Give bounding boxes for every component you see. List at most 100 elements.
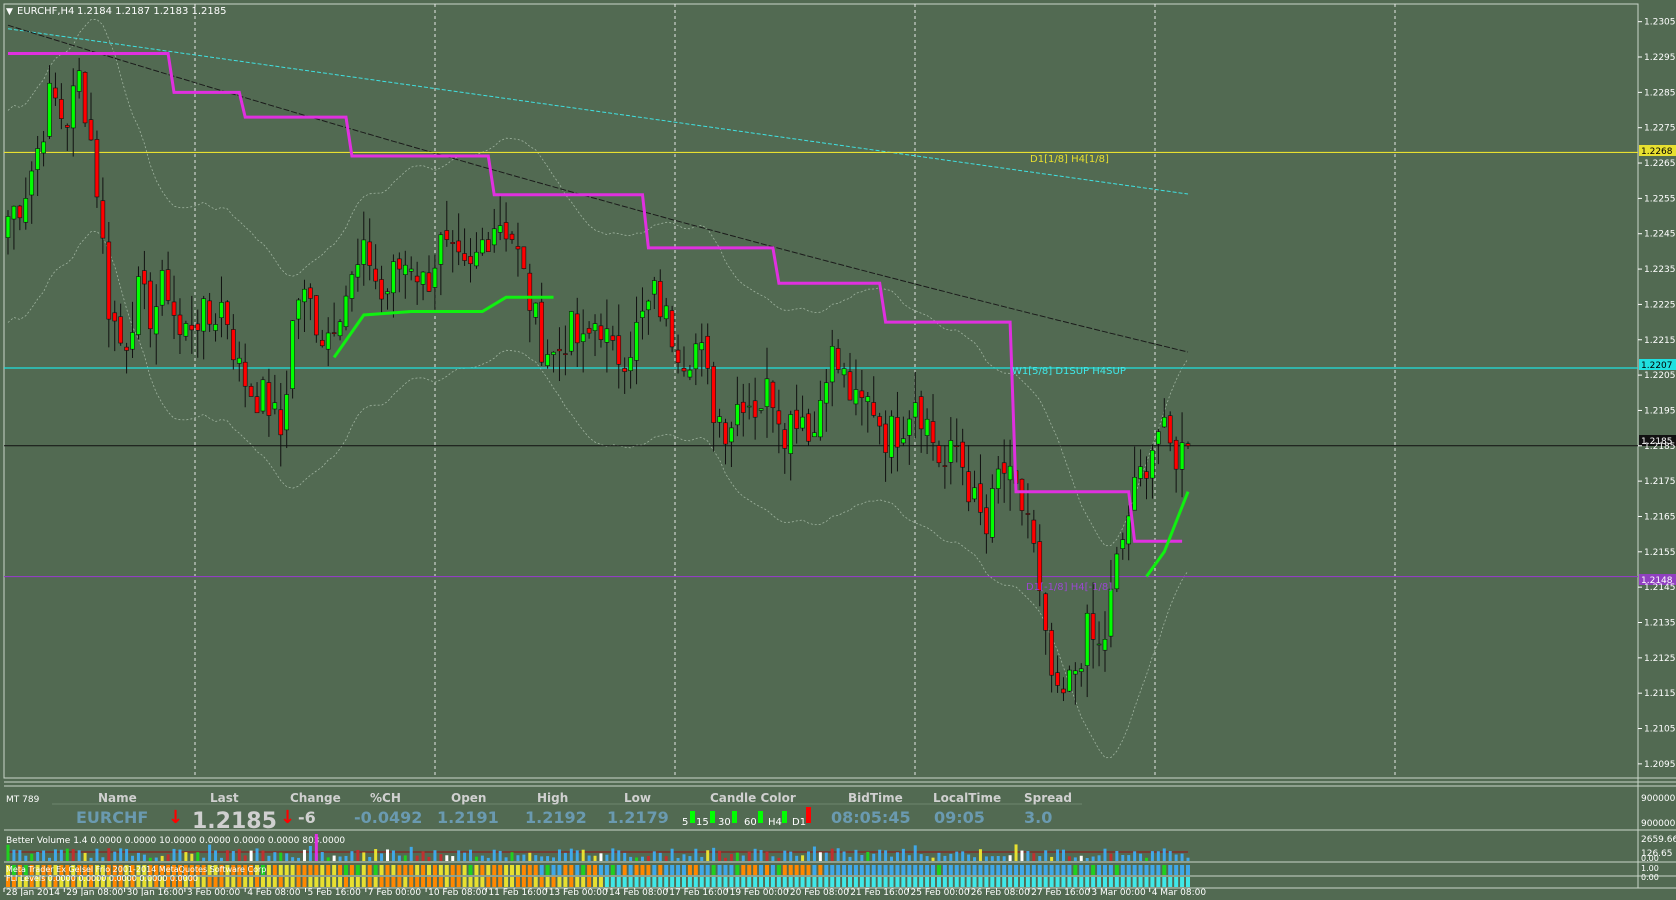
candle-bear: [331, 332, 337, 334]
strip-bar-lower: [367, 877, 372, 887]
volume-bar: [30, 853, 34, 861]
candle-bull: [545, 354, 550, 366]
strip-bar: [569, 865, 574, 875]
strip-bar: [1180, 865, 1185, 875]
strip-bar: [421, 865, 426, 875]
candle-bull: [1120, 539, 1126, 550]
strip-bar: [551, 865, 556, 875]
strip-bar-lower: [776, 877, 781, 887]
volume-bar: [890, 856, 894, 861]
candle-bear: [171, 301, 177, 316]
candle-bull: [1096, 643, 1102, 646]
strip-bar-lower: [421, 877, 426, 887]
candle-bull: [1007, 465, 1013, 481]
candle-bull: [800, 416, 805, 429]
volume-bar: [1127, 855, 1131, 861]
candle-bear: [94, 139, 100, 198]
strip-bar-lower: [1186, 877, 1190, 887]
volume-bar: [1180, 853, 1184, 861]
strip-bar-lower: [355, 877, 360, 887]
candle-bull: [296, 299, 301, 320]
strip-bar-lower: [1091, 877, 1096, 887]
candle-bear: [468, 256, 473, 265]
candle-bull: [497, 225, 503, 233]
strip-bar-lower: [480, 877, 485, 887]
strip-bar: [1114, 865, 1119, 875]
candle-bull: [420, 271, 426, 285]
candle-bear: [444, 230, 450, 240]
timeframe-color-box: [710, 811, 715, 823]
strip-bar: [1002, 865, 1007, 875]
candle-bear: [918, 396, 924, 430]
volume-bar: [807, 851, 811, 861]
strip-bar-lower: [1180, 877, 1185, 887]
candle-bear: [539, 301, 544, 363]
volume-bar: [178, 849, 182, 861]
candle-bull: [853, 389, 859, 405]
strip-bar-lower: [1049, 877, 1054, 887]
strip-bar: [272, 865, 277, 875]
strip-bar: [349, 865, 354, 875]
volume-bar: [860, 854, 864, 861]
volume-bar: [854, 849, 858, 861]
strip-bar-lower: [456, 877, 461, 887]
volume-bar: [1144, 857, 1148, 861]
strip-bar: [1126, 865, 1131, 875]
volume-bar: [154, 857, 158, 861]
time-tick-label: 3 Mar 00:00: [1091, 888, 1146, 896]
value-name: EURCHF: [76, 808, 148, 827]
candle-bear: [1061, 688, 1066, 694]
strip-bar: [753, 865, 758, 875]
strip-bar-lower: [1102, 877, 1107, 887]
candle-bear: [586, 328, 592, 334]
strip-bar: [521, 865, 526, 875]
volume-bar: [575, 850, 579, 861]
strip-bar: [563, 865, 568, 875]
strip-bar: [1138, 865, 1143, 875]
strip-bar-lower: [1114, 877, 1119, 887]
strip-bar-lower: [1108, 877, 1113, 887]
strip-bar-lower: [397, 877, 402, 887]
candle-bear: [669, 310, 675, 348]
candle-bear: [770, 381, 776, 409]
strip-bar: [895, 865, 900, 875]
strip-bar: [705, 865, 710, 875]
candle-bear: [1173, 439, 1179, 470]
price-tick-label: 1.2135: [1644, 618, 1676, 628]
strip-bar: [931, 865, 936, 875]
strip-bar-lower: [931, 877, 936, 887]
volume-bar: [753, 848, 757, 861]
volume-bar: [901, 848, 905, 861]
strip-bar: [859, 865, 864, 875]
candle-bull: [889, 415, 894, 458]
strip-bar: [1091, 865, 1096, 875]
strip-bar: [818, 865, 823, 875]
volume-bar: [919, 854, 923, 861]
volume-label: Better Volume 1.4 0.0000 0.0000 10.0000 …: [6, 836, 345, 846]
strip-bar-lower: [925, 877, 930, 887]
candle-bull: [438, 234, 444, 265]
price-chart[interactable]: D1[1/8] H4[1/8] W1[5/8] D1SUP H4SUP D1[-…: [0, 0, 1676, 898]
candle-bull: [829, 346, 835, 383]
strip-bar-lower: [1079, 877, 1084, 887]
header-change: Change: [290, 791, 341, 805]
candle-bear: [782, 429, 788, 449]
strip-bar: [717, 865, 722, 875]
chevron-down-icon[interactable]: ▼: [6, 7, 13, 17]
volume-bar: [895, 852, 899, 861]
time-tick-label: 19 Feb 00:00: [730, 888, 789, 896]
volume-bar: [59, 849, 63, 861]
candle-bull: [343, 295, 349, 328]
volume-bar: [1174, 854, 1178, 861]
candle-bear: [195, 323, 201, 331]
volume-bar: [1056, 849, 1060, 861]
strip-bar: [865, 865, 870, 875]
candle-bull: [646, 300, 651, 311]
strip-bar: [308, 865, 313, 875]
strip-bar: [1120, 865, 1125, 875]
candle-bear: [657, 281, 663, 318]
candle-bear: [231, 329, 236, 361]
candle-bear: [527, 272, 533, 311]
strip-bar-lower: [521, 877, 526, 887]
volume-bar: [1032, 853, 1036, 861]
